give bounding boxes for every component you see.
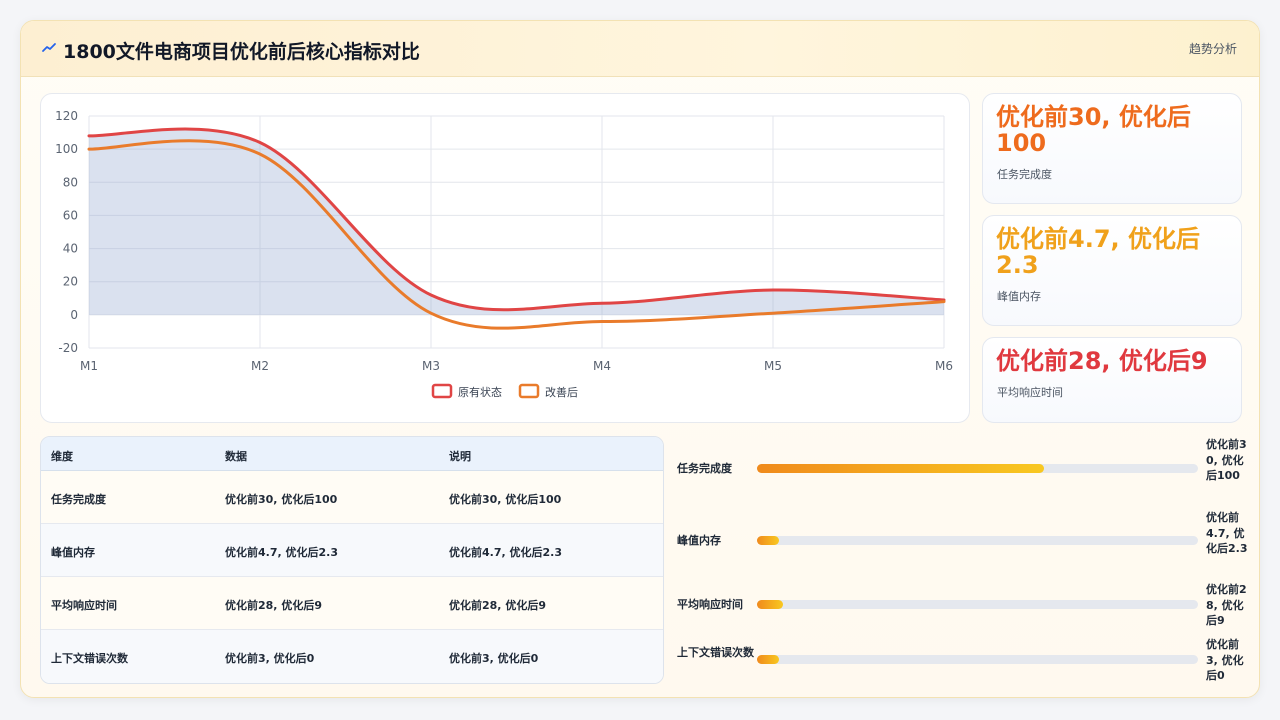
table-cell: 上下文错误次数 xyxy=(51,652,128,665)
page-title: 1800文件电商项目优化前后核心指标对比 xyxy=(63,41,420,63)
progress-track xyxy=(757,600,1198,609)
progress-row-avg-response: 平均响应时间 优化前28, 优化后9 xyxy=(677,582,1247,632)
metric-card-task-completion: 优化前30, 优化后100 任务完成度 xyxy=(982,93,1242,204)
metric-value: 优化前30, 优化后100 xyxy=(996,103,1191,157)
table-cell: 优化前28, 优化后9 xyxy=(449,599,546,612)
table-cell: 优化前4.7, 优化后2.3 xyxy=(449,546,562,559)
table-cell: 峰值内存 xyxy=(51,546,95,559)
progress-value: 优化前28, 优化后9 xyxy=(1206,583,1247,627)
x-tick-label: M4 xyxy=(593,359,611,373)
y-tick-label: 0 xyxy=(70,308,78,322)
metric-label: 平均响应时间 xyxy=(997,386,1063,399)
legend-label: 原有状态 xyxy=(458,385,502,399)
progress-row-task-completion: 任务完成度 优化前30, 优化后100 xyxy=(677,437,1247,501)
table-cell: 优化前30, 优化后100 xyxy=(449,493,562,506)
table-cell: 优化前28, 优化后9 xyxy=(225,599,322,612)
y-tick-label: 20 xyxy=(63,275,78,289)
trend-analysis-link[interactable]: 趋势分析 xyxy=(1189,40,1237,57)
y-tick-label: 120 xyxy=(55,109,78,123)
legend-label: 改善后 xyxy=(545,385,578,399)
dashboard-panel: 1800文件电商项目优化前后核心指标对比 趋势分析 120 100 80 60 40 20… xyxy=(20,20,1260,698)
table-cell: 任务完成度 xyxy=(51,493,106,506)
legend-swatch xyxy=(518,383,540,399)
x-tick-label: M5 xyxy=(764,359,782,373)
line-chart-card: 120 100 80 60 40 20 0 -20 M1 M2 M3 M4 M5 M6 原有状态 改善后 xyxy=(40,93,970,423)
table-cell: 优化前30, 优化后100 xyxy=(225,493,338,506)
x-tick-label: M2 xyxy=(251,359,269,373)
progress-track xyxy=(757,464,1198,473)
metric-card-peak-memory: 优化前4.7, 优化后2.3 峰值内存 xyxy=(982,215,1242,326)
table-header-row: 维度 数据 说明 xyxy=(41,437,663,471)
line-chart: 120 100 80 60 40 20 0 -20M1 M2 M3 M4 M5 M6 原有状态 改善后 xyxy=(55,109,953,399)
table-cell: 平均响应时间 xyxy=(51,599,117,612)
progress-label: 平均响应时间 xyxy=(677,598,743,611)
metric-value: 优化前28, 优化后9 xyxy=(996,347,1208,375)
x-tick-label: M1 xyxy=(80,359,98,373)
table-cell: 优化前3, 优化后0 xyxy=(225,652,315,665)
progress-value: 优化前4.7, 优化后2.3 xyxy=(1206,511,1248,555)
progress-row-peak-memory: 峰值内存 优化前4.7, 优化后2.3 xyxy=(677,510,1248,574)
table-header-cell: 说明 xyxy=(449,450,471,463)
table-row: 峰值内存 优化前4.7, 优化后2.3 优化前4.7, 优化后2.3 xyxy=(41,524,663,577)
progress-value: 优化前3, 优化后0 xyxy=(1206,638,1244,682)
progress-value: 优化前30, 优化后100 xyxy=(1206,438,1247,482)
table-row: 上下文错误次数 优化前3, 优化后0 优化前3, 优化后0 xyxy=(41,630,663,683)
header-bar: 1800文件电商项目优化前后核心指标对比 趋势分析 xyxy=(21,21,1259,77)
y-tick-label: 80 xyxy=(63,175,78,189)
progress-label: 上下文错误次数 xyxy=(677,646,754,659)
progress-fill xyxy=(757,600,784,609)
progress-fill xyxy=(757,536,780,545)
progress-track xyxy=(757,536,1198,545)
metrics-table: 维度 数据 说明 任务完成度 优化前30, 优化后100 优化前30, 优化后1… xyxy=(40,436,664,684)
table-cell: 优化前4.7, 优化后2.3 xyxy=(225,546,338,559)
progress-label: 峰值内存 xyxy=(677,534,721,547)
x-tick-label: M3 xyxy=(422,359,440,373)
metric-card-avg-response: 优化前28, 优化后9 平均响应时间 xyxy=(982,337,1242,423)
legend-swatch xyxy=(431,383,453,399)
progress-track xyxy=(757,655,1198,664)
y-tick-label: 100 xyxy=(55,142,78,156)
progress-fill xyxy=(757,464,1044,473)
x-tick-label: M6 xyxy=(935,359,953,373)
metric-label: 峰值内存 xyxy=(997,290,1041,303)
metric-value: 优化前4.7, 优化后2.3 xyxy=(996,225,1200,279)
table-row: 平均响应时间 优化前28, 优化后9 优化前28, 优化后9 xyxy=(41,577,663,630)
y-tick-label: 40 xyxy=(63,242,78,256)
y-tick-label: 60 xyxy=(63,208,78,222)
table-header-cell: 维度 xyxy=(51,450,73,463)
table-header-cell: 数据 xyxy=(225,450,247,463)
progress-label: 任务完成度 xyxy=(677,462,732,475)
series-area-1 xyxy=(89,129,944,315)
table-row: 任务完成度 优化前30, 优化后100 优化前30, 优化后100 xyxy=(41,471,663,524)
progress-row-context-errors: 上下文错误次数 优化前3, 优化后0 xyxy=(677,637,1247,687)
table-cell: 优化前3, 优化后0 xyxy=(449,652,539,665)
trend-line-icon xyxy=(42,43,56,52)
y-tick-label: -20 xyxy=(58,341,78,355)
progress-fill xyxy=(757,655,780,664)
metric-label: 任务完成度 xyxy=(997,168,1052,181)
